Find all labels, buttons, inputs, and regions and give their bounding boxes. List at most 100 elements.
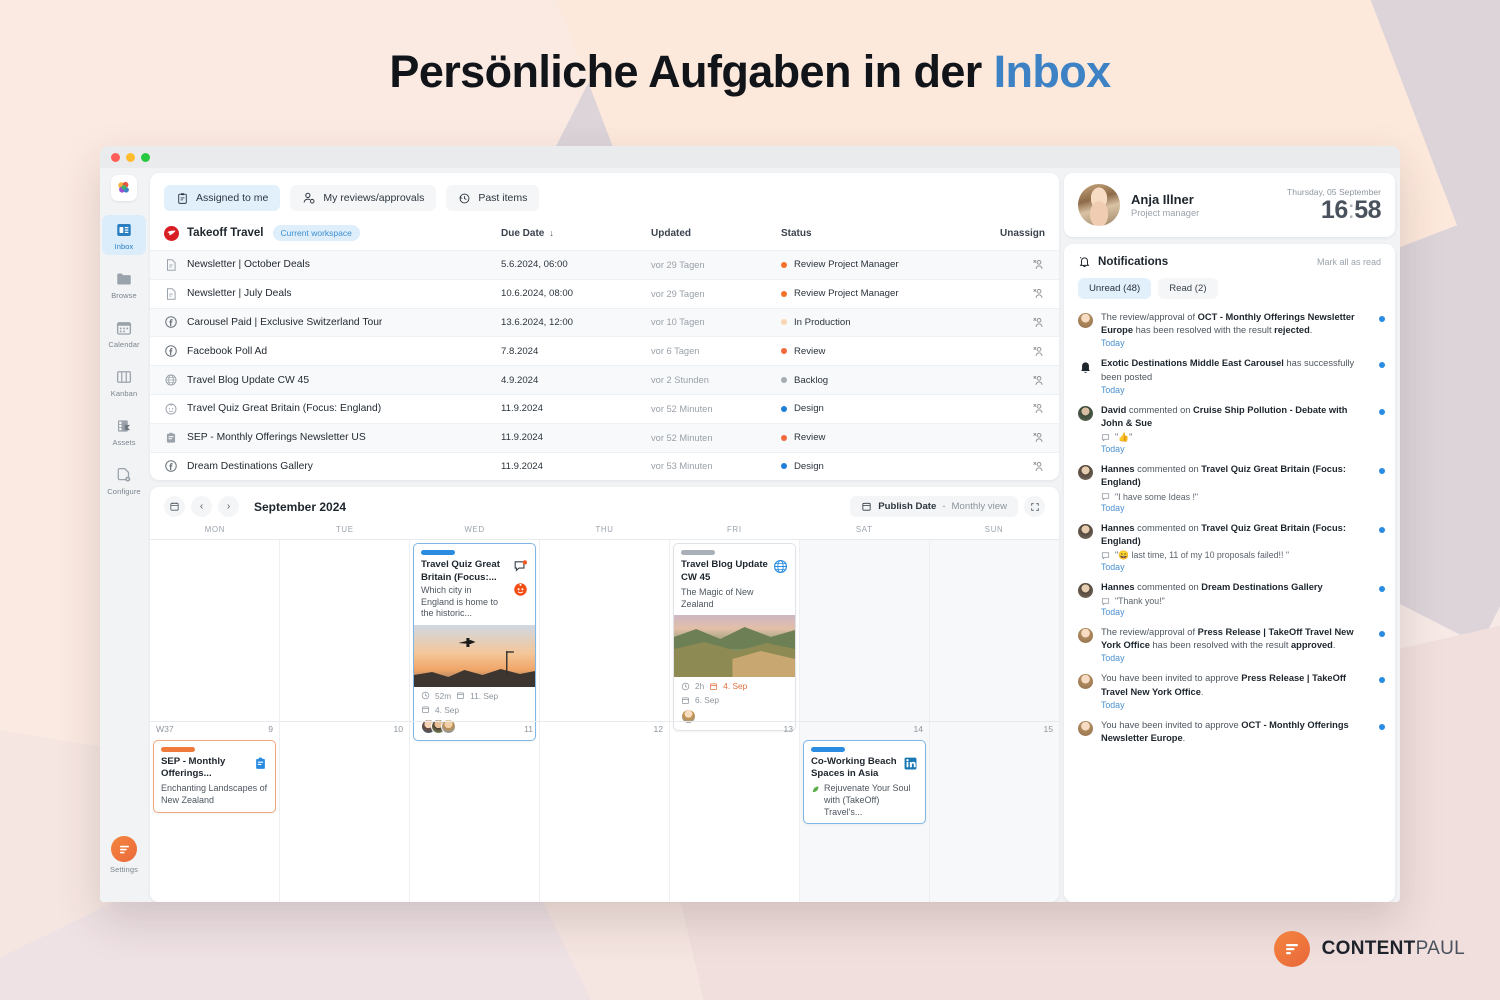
calendar-next-button[interactable]: › bbox=[218, 496, 239, 518]
event-thumbnail bbox=[414, 624, 535, 687]
calendar-view-selector[interactable]: Publish Date - Monthly view bbox=[850, 496, 1018, 518]
calendar-day-cell[interactable]: Travel Quiz Great Britain (Focus:... Whi… bbox=[410, 540, 540, 741]
sidebar-item-kanban[interactable]: Kanban bbox=[102, 362, 146, 402]
table-row[interactable]: Dream Destinations Gallery 11.9.2024 vor… bbox=[150, 451, 1059, 481]
sidebar-item-label: Calendar bbox=[108, 340, 140, 349]
tab-unread[interactable]: Unread (48) bbox=[1078, 278, 1152, 299]
sidebar: Inbox Browse Calendar Kanban Assets Conf… bbox=[100, 168, 148, 902]
facebook-icon bbox=[165, 316, 177, 329]
avatar bbox=[1078, 628, 1093, 644]
calendar-event-card[interactable]: SEP - Monthly Offerings... Enchanting La… bbox=[153, 739, 276, 813]
contentpaul-logo-icon bbox=[1273, 931, 1310, 967]
list-item[interactable]: Hannes commented on Travel Quiz Great Br… bbox=[1078, 458, 1385, 516]
unassign-icon[interactable] bbox=[1032, 460, 1045, 473]
sidebar-item-configure[interactable]: Configure bbox=[102, 460, 146, 500]
table-row[interactable]: Newsletter | July Deals 10.6.2024, 08:00… bbox=[150, 278, 1059, 308]
calendar-day-cell[interactable]: 10 bbox=[280, 721, 410, 902]
unassign-icon[interactable] bbox=[1032, 374, 1045, 387]
task-title: Carousel Paid | Exclusive Switzerland To… bbox=[187, 316, 383, 328]
minimize-window-button[interactable] bbox=[126, 152, 135, 162]
calendar-day-cell[interactable]: 15 bbox=[930, 721, 1059, 902]
sidebar-item-inbox[interactable]: Inbox bbox=[102, 215, 146, 255]
event-subtitle: The Magic of New Zealand bbox=[681, 586, 754, 609]
column-header-updated[interactable]: Updated bbox=[651, 228, 781, 239]
calendar-picker-button[interactable] bbox=[164, 496, 185, 518]
day-number: 15 bbox=[1043, 723, 1053, 734]
leaf-icon bbox=[812, 786, 819, 793]
calendar-event-card[interactable]: Travel Blog Update CW 45 The Magic of Ne… bbox=[673, 543, 796, 732]
table-row[interactable]: Travel Quiz Great Britain (Focus: Englan… bbox=[150, 393, 1059, 423]
calendar-day-cell[interactable]: 11 bbox=[410, 721, 540, 902]
calendar-day-cell[interactable]: Travel Blog Update CW 45 The Magic of Ne… bbox=[670, 540, 800, 732]
notification-quote: "👍" bbox=[1101, 432, 1371, 443]
status-badge: Review bbox=[781, 432, 981, 443]
sidebar-item-settings[interactable]: Settings bbox=[100, 836, 148, 874]
calendar-day-cell[interactable] bbox=[280, 540, 410, 721]
close-window-button[interactable] bbox=[111, 152, 120, 162]
unassign-icon[interactable] bbox=[1032, 402, 1045, 415]
column-header-unassign: Unassign bbox=[999, 227, 1045, 239]
calendar-day-cell[interactable]: 14 Co-Working Beach Spaces in Asia Rejuv… bbox=[800, 721, 930, 902]
unassign-icon[interactable] bbox=[1032, 431, 1045, 444]
column-header-due-date[interactable]: Due Date ↓ bbox=[501, 228, 651, 239]
list-item[interactable]: Hannes commented on Dream Destinations G… bbox=[1078, 576, 1385, 621]
list-item[interactable]: Hannes commented on Travel Quiz Great Br… bbox=[1078, 517, 1385, 576]
notifications-list[interactable]: The review/approval of OCT - Monthly Off… bbox=[1064, 306, 1395, 902]
filter-assigned-to-me[interactable]: Assigned to me bbox=[164, 185, 281, 211]
unassign-icon[interactable] bbox=[1032, 345, 1045, 358]
mark-all-as-read-button[interactable]: Mark all as read bbox=[1317, 257, 1381, 267]
maximize-window-button[interactable] bbox=[141, 152, 150, 162]
list-item[interactable]: Exotic Destinations Middle East Carousel… bbox=[1078, 352, 1385, 398]
list-item[interactable]: David commented on Cruise Ship Pollution… bbox=[1078, 399, 1385, 458]
notification-text: The review/approval of Press Release | T… bbox=[1101, 627, 1354, 651]
status-badge: Review bbox=[781, 346, 981, 357]
list-item[interactable]: The review/approval of Press Release | T… bbox=[1078, 621, 1385, 667]
calendar-prev-button[interactable]: ‹ bbox=[191, 496, 212, 518]
table-row[interactable]: Carousel Paid | Exclusive Switzerland To… bbox=[150, 307, 1059, 337]
unread-indicator bbox=[1379, 677, 1385, 684]
configure-icon bbox=[117, 467, 131, 482]
unread-indicator bbox=[1379, 631, 1385, 638]
list-item[interactable]: You have been invited to approve OCT - M… bbox=[1078, 714, 1385, 749]
tab-read[interactable]: Read (2) bbox=[1158, 278, 1218, 299]
list-item[interactable]: You have been invited to approve Press R… bbox=[1078, 667, 1385, 713]
sidebar-item-calendar[interactable]: Calendar bbox=[102, 313, 146, 353]
table-row[interactable]: Facebook Poll Ad 7.8.2024 vor 6 Tagen Re… bbox=[150, 336, 1059, 365]
event-due-date: 11. Sep bbox=[470, 690, 499, 701]
task-updated: vor 52 Minuten bbox=[651, 403, 713, 414]
filter-my-reviews-approvals[interactable]: My reviews/approvals bbox=[290, 185, 437, 211]
calendar-day-cell[interactable] bbox=[150, 540, 280, 721]
calendar-day-cell[interactable]: W37 9 SEP - Monthly Offerings... Enchant… bbox=[150, 721, 280, 902]
day-number: 11 bbox=[524, 723, 533, 734]
calendar-day-cell[interactable] bbox=[540, 540, 670, 721]
calendar-day-cell[interactable]: 12 bbox=[540, 721, 670, 902]
unassign-icon[interactable] bbox=[1032, 258, 1045, 271]
sidebar-item-browse[interactable]: Browse bbox=[102, 264, 146, 304]
event-accent-bar bbox=[811, 746, 845, 752]
column-header-status[interactable]: Status bbox=[781, 228, 981, 239]
filter-chip-label: Assigned to me bbox=[196, 192, 269, 204]
unassign-icon[interactable] bbox=[1032, 316, 1045, 329]
calendar-view-date-field: Publish Date bbox=[878, 501, 937, 513]
filter-past-items[interactable]: Past items bbox=[446, 185, 540, 211]
sidebar-item-assets[interactable]: Assets bbox=[102, 411, 146, 451]
day-number: 13 bbox=[783, 723, 793, 734]
calendar-day-cell[interactable] bbox=[800, 540, 930, 721]
sidebar-item-label: Browse bbox=[111, 291, 137, 300]
calendar-day-cell[interactable]: 13 bbox=[670, 721, 800, 902]
status-badge: Design bbox=[781, 461, 981, 472]
calendar-weekday-header: MON TUE WED THU FRI SAT SUN bbox=[150, 525, 1059, 539]
unread-indicator bbox=[1379, 585, 1385, 592]
calendar-event-card[interactable]: Travel Quiz Great Britain (Focus:... Whi… bbox=[413, 543, 536, 741]
calendar-day-cell[interactable] bbox=[930, 540, 1059, 721]
table-row[interactable]: SEP - Monthly Offerings Newsletter US 11… bbox=[150, 422, 1059, 452]
task-title: SEP - Monthly Offerings Newsletter US bbox=[187, 432, 366, 444]
table-row[interactable]: Travel Blog Update CW 45 4.9.2024 vor 2 … bbox=[150, 365, 1059, 394]
filter-chip-label: Past items bbox=[478, 192, 528, 204]
table-row[interactable]: Newsletter | October Deals 5.6.2024, 06:… bbox=[150, 250, 1059, 279]
calendar-fullscreen-button[interactable] bbox=[1024, 496, 1045, 518]
calendar-event-card[interactable]: Co-Working Beach Spaces in Asia Rejuvena… bbox=[803, 739, 926, 825]
unassign-icon[interactable] bbox=[1032, 287, 1045, 300]
list-item[interactable]: The review/approval of OCT - Monthly Off… bbox=[1078, 306, 1385, 352]
task-due-date: 11.9.2024 bbox=[501, 460, 543, 472]
